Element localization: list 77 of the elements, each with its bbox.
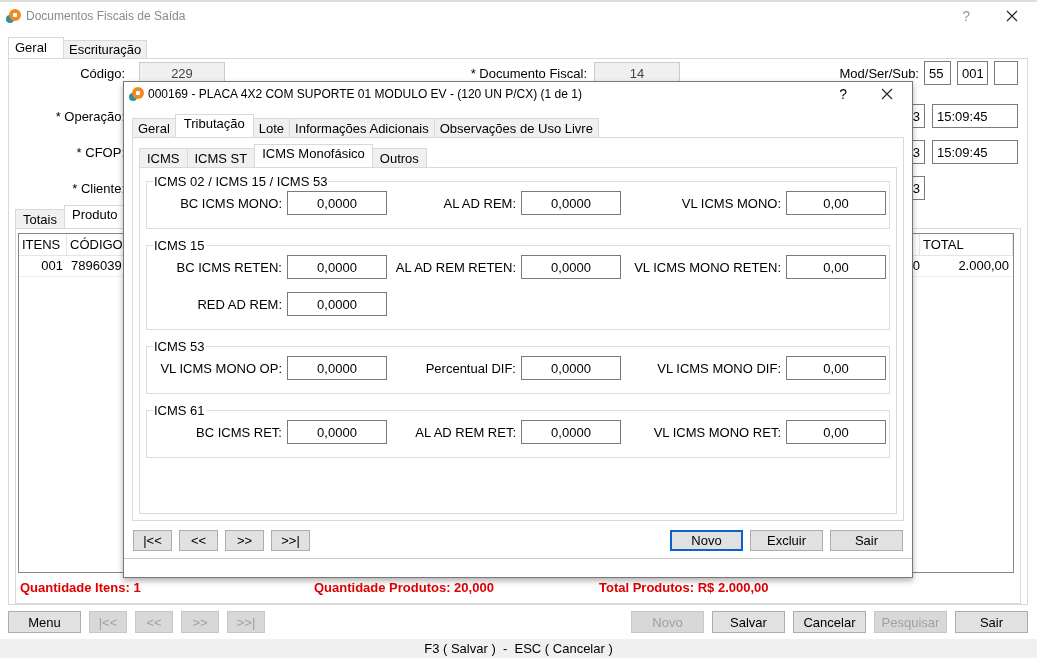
button[interactable]: Cancelar (793, 611, 866, 633)
input-field[interactable]: 0,0000 (521, 356, 621, 380)
field-label: RED AD REM: (196, 296, 282, 312)
field-label: * Cliente: (71, 180, 125, 196)
group-title: ICMS 02 / ICMS 15 / ICMS 53 (153, 174, 329, 189)
tab[interactable]: Informações Adicionais (289, 118, 435, 137)
summary-text: Total Produtos: R$ 2.000,00 (599, 580, 769, 595)
button[interactable]: Excluir (750, 530, 823, 551)
field-label: * Operação: (54, 108, 125, 124)
button[interactable]: >> (225, 530, 264, 551)
input-field[interactable]: 0,00 (786, 255, 886, 279)
field-label: Mod/Ser/Sub: (839, 65, 919, 81)
app-logo-icon (128, 85, 144, 102)
column-header[interactable]: ITENS (19, 234, 67, 256)
input-field[interactable]: 0,00 (786, 191, 886, 215)
close-icon[interactable] (1006, 10, 1018, 22)
input-field[interactable]: 0,0000 (521, 191, 621, 215)
tab[interactable]: ICMS ST (186, 148, 256, 167)
field-label: Código: (79, 65, 125, 81)
button[interactable]: Menu (8, 611, 81, 633)
field-label: Percentual DIF: (424, 360, 516, 376)
field-label: VL ICMS MONO RET: (652, 424, 781, 440)
app-logo-icon (5, 8, 21, 24)
field-label: AL AD REM: (442, 195, 516, 211)
input-field[interactable]: 0,0000 (287, 191, 387, 215)
status-text: F3 ( Salvar ) - ESC ( Cancelar ) (424, 641, 613, 656)
tab[interactable]: Outros (371, 148, 427, 167)
group-title: ICMS 61 (153, 403, 206, 418)
tab[interactable]: Lote (252, 118, 291, 137)
tab[interactable]: Escrituração (63, 40, 148, 58)
input-field[interactable]: 0,00 (786, 356, 886, 380)
tab[interactable]: Observações de Uso Livre (433, 118, 599, 137)
window-title: Documentos Fiscais de Saída (26, 9, 186, 23)
input-field[interactable]: 0,0000 (287, 292, 387, 316)
tab[interactable]: Totais (15, 209, 65, 228)
button[interactable]: |<< (133, 530, 172, 551)
dialog-title: 000169 - PLACA 4X2 COM SUPORTE 01 MODULO EV - (120 UN P/CX) (1 de 1) (148, 86, 582, 101)
time-field[interactable]: 15:09:45 (932, 140, 1018, 164)
field-label: AL AD REM RET: (414, 424, 516, 440)
input-field[interactable] (994, 61, 1018, 85)
field-label: BC ICMS RETEN: (175, 259, 282, 275)
button[interactable]: Sair (955, 611, 1028, 633)
column-header[interactable]: TOTAL (920, 234, 1013, 256)
input-field[interactable]: 0,00 (786, 420, 886, 444)
button[interactable]: >>| (271, 530, 310, 551)
table-cell: 2.000,00 (920, 255, 1013, 277)
button[interactable]: << (179, 530, 218, 551)
input-field[interactable]: 0,0000 (287, 420, 387, 444)
button[interactable]: Novo (670, 530, 743, 551)
summary-text: Quantidade Produtos: 20,000 (314, 580, 495, 595)
field-label: VL ICMS MONO: (680, 195, 781, 211)
tab[interactable]: ICMS (139, 148, 188, 167)
field-label: * CFOP: (75, 144, 125, 160)
time-field[interactable]: 15:09:45 (932, 104, 1018, 128)
field-label: VL ICMS MONO OP: (159, 360, 282, 376)
button[interactable]: Salvar (712, 611, 785, 633)
group-title: ICMS 53 (153, 339, 206, 354)
summary-text: Quantidade Itens: 1 (20, 580, 142, 595)
tab[interactable]: Geral (8, 37, 64, 58)
field-label: BC ICMS MONO: (179, 195, 282, 211)
input-field[interactable]: 55 (924, 61, 951, 85)
input-field[interactable]: 0,0000 (287, 255, 387, 279)
field-label: VL ICMS MONO RETEN: (633, 259, 781, 275)
field-label: VL ICMS MONO DIF: (656, 360, 781, 376)
field-label: BC ICMS RET: (195, 424, 282, 440)
input-field[interactable]: 0,0000 (521, 255, 621, 279)
button[interactable]: Sair (830, 530, 903, 551)
field-label: AL AD REM RETEN: (394, 259, 516, 275)
table-cell: 001 (19, 255, 67, 277)
input-field[interactable]: 0,0000 (521, 420, 621, 444)
input-field[interactable]: 0,0000 (287, 356, 387, 380)
help-button[interactable]: ? (839, 85, 847, 102)
close-icon[interactable] (881, 87, 893, 100)
tab[interactable]: Geral (132, 118, 176, 137)
input-field[interactable]: 001 (957, 61, 988, 85)
group-title: ICMS 15 (153, 238, 206, 253)
field-label: * Documento Fiscal: (469, 65, 587, 81)
